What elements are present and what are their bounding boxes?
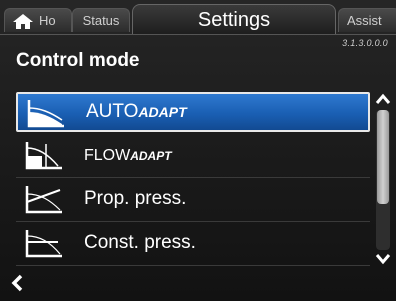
flowadapt-curve-icon	[25, 142, 62, 170]
tab-home-label: Ho	[39, 13, 56, 28]
top-navigation-bar: Ho Status Settings Assist	[0, 0, 396, 36]
scrollbar-thumb[interactable]	[377, 110, 389, 204]
tab-status[interactable]: Status	[72, 8, 130, 32]
list-item-autoadapt[interactable]: AUTOADAPT	[16, 92, 370, 132]
scrollbar[interactable]	[376, 110, 390, 250]
screen: Ho Status Settings Assist 3.1.3.0.0.0 Co…	[0, 0, 396, 301]
list-item-label: Const. press.	[84, 222, 196, 264]
back-arrow-icon[interactable]	[10, 274, 24, 292]
tab-status-label: Status	[82, 13, 120, 28]
mode-name: AUTO	[86, 101, 139, 122]
mode-name: Const. press.	[84, 232, 196, 253]
home-icon	[13, 14, 33, 29]
chevron-up-icon[interactable]	[375, 92, 391, 106]
autoadapt-curve-icon	[27, 100, 64, 128]
constant-pressure-icon	[25, 230, 62, 258]
list-item-label: FLOWADAPT	[84, 134, 172, 176]
mode-suffix: ADAPT	[130, 149, 172, 163]
tab-home[interactable]: Ho	[4, 8, 72, 32]
control-mode-list: AUTOADAPT FLOWADAPT Prop. press. Const. …	[16, 92, 370, 266]
tab-settings-label: Settings	[197, 9, 271, 31]
tab-assist-label: Assist	[347, 13, 382, 28]
mode-name: Prop. press.	[84, 188, 187, 209]
top-bar-divider	[0, 34, 396, 35]
list-item-label: AUTOADAPT	[86, 94, 187, 130]
chevron-down-icon[interactable]	[375, 252, 391, 266]
version-number: 3.1.3.0.0.0	[342, 38, 388, 48]
mode-name: FLOW	[84, 147, 131, 164]
tab-assist[interactable]: Assist	[338, 8, 396, 32]
list-item-proportional-pressure[interactable]: Prop. press.	[16, 178, 370, 222]
page-title: Control mode	[16, 50, 140, 71]
list-item-flowadapt[interactable]: FLOWADAPT	[16, 134, 370, 178]
list-item-constant-pressure[interactable]: Const. press.	[16, 222, 370, 266]
list-item-label: Prop. press.	[84, 178, 186, 220]
tab-settings[interactable]: Settings	[132, 4, 336, 34]
mode-suffix: ADAPT	[138, 104, 187, 120]
proportional-pressure-icon	[25, 186, 62, 214]
